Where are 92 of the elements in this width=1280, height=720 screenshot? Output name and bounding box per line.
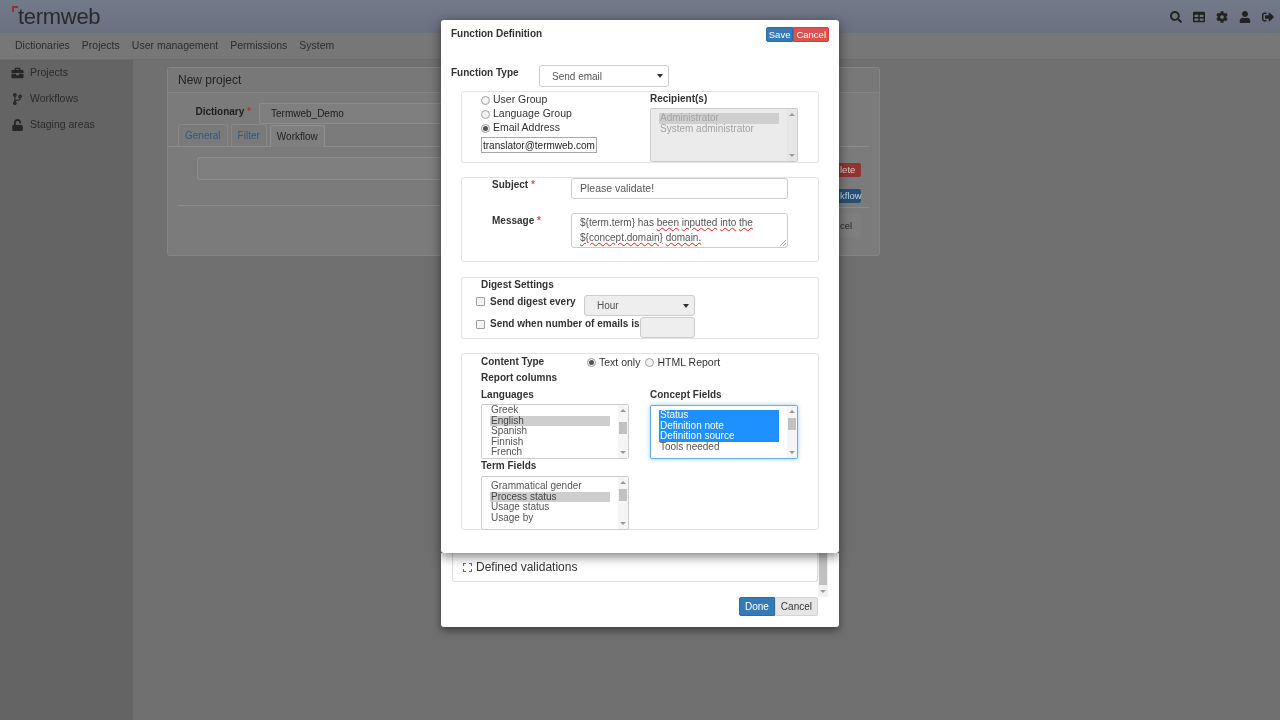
list-option[interactable]: Grammatical gender: [490, 481, 610, 492]
scroll-down-icon[interactable]: [620, 451, 626, 454]
list-option[interactable]: French: [490, 447, 610, 458]
expand-icon: [463, 562, 472, 572]
sidebar-item[interactable]: Staging areas: [0, 112, 133, 138]
menu-item[interactable]: Dictionaries: [15, 38, 70, 54]
dictionary-label: Dictionary *: [195, 106, 251, 119]
subject-field[interactable]: Please validate!: [571, 178, 788, 199]
dialog-button[interactable]: Cancel: [774, 597, 818, 616]
scrollbar[interactable]: [618, 405, 628, 458]
scrollbar-thumb[interactable]: [619, 422, 627, 434]
content-type-label: Content Type: [481, 356, 545, 368]
dictionary-field[interactable]: Termweb_Demo: [259, 103, 441, 124]
action-button[interactable]: kflow: [839, 189, 861, 203]
message-label: Message *: [492, 215, 541, 227]
scrollbar-thumb[interactable]: [619, 489, 627, 501]
list-option[interactable]: Tools needed: [659, 441, 779, 453]
briefcase-icon: [11, 67, 24, 79]
scrollbar-thumb[interactable]: [819, 553, 827, 585]
search-icon[interactable]: [1170, 10, 1182, 23]
radio-button[interactable]: [645, 357, 655, 367]
function-type-label: Function Type: [451, 67, 519, 79]
checkbox-label: Send when number of emails is: [490, 318, 640, 330]
list-option[interactable]: Usage status: [490, 502, 610, 513]
scrollbar[interactable]: [787, 406, 797, 458]
logout-icon[interactable]: [1262, 10, 1274, 23]
list-label: Concept Fields: [650, 389, 722, 401]
menu-item[interactable]: System: [299, 38, 335, 54]
listbox[interactable]: Greek English Spanish Finnish French: [481, 404, 629, 459]
unlock-icon: [11, 119, 24, 131]
scroll-down-icon[interactable]: [820, 590, 826, 593]
scroll-up-icon[interactable]: [620, 409, 626, 412]
scrollbar[interactable]: [818, 553, 828, 597]
radio-label: HTML Report: [657, 356, 721, 368]
table-icon[interactable]: [1193, 10, 1205, 23]
list-option[interactable]: Process status: [490, 491, 610, 503]
radio-label: User Group: [493, 92, 548, 108]
dialog-button[interactable]: Save: [765, 27, 794, 42]
list-option[interactable]: Definition source: [659, 431, 779, 442]
message-field[interactable]: ${term.term} has been inputted into the ${concept.domain} domain.: [571, 213, 788, 248]
subject-label: Subject *: [492, 179, 535, 191]
sidebar-item[interactable]: Workflows: [0, 86, 133, 112]
resize-handle-icon[interactable]: [780, 240, 786, 246]
caret-icon: [657, 74, 663, 78]
settings-icon[interactable]: [1216, 10, 1228, 23]
listbox[interactable]: Status Definition note Definition source Tools needed: [650, 405, 798, 459]
listbox[interactable]: Grammatical gender Process status Usage status Usage by: [481, 476, 629, 530]
dialog-title: Function Definition: [451, 28, 543, 40]
sidebar-item[interactable]: Projects: [0, 60, 133, 86]
list-option[interactable]: Definition note: [659, 420, 779, 432]
radio-label: Language Group: [493, 106, 572, 122]
section-title: Defined validations: [476, 559, 578, 576]
scroll-down-icon[interactable]: [789, 451, 795, 454]
section-label: Report columns: [481, 372, 558, 384]
radio-button[interactable]: [481, 109, 490, 119]
function-type-select[interactable]: Send email: [539, 65, 669, 87]
user-icon[interactable]: [1239, 10, 1251, 23]
scrollbar[interactable]: [618, 477, 628, 529]
scroll-up-icon[interactable]: [789, 410, 795, 413]
radio-button[interactable]: [587, 357, 596, 367]
recipients-label: Recipient(s): [650, 93, 708, 105]
list-option[interactable]: Greek: [490, 405, 610, 416]
radio-button[interactable]: [481, 123, 490, 133]
list-label: Term Fields: [481, 460, 537, 472]
tab[interactable]: Workflow: [269, 125, 325, 147]
list-option[interactable]: Spanish: [490, 426, 610, 437]
email-field[interactable]: translator@termweb.com: [481, 137, 597, 153]
dialog-button[interactable]: Cancel: [793, 27, 829, 42]
list-option[interactable]: English: [490, 415, 610, 427]
list-option[interactable]: Finnish: [490, 436, 610, 448]
checkbox-label: Send digest every: [490, 296, 576, 308]
menu-item[interactable]: User management: [131, 38, 219, 54]
menu-item[interactable]: Permissions: [230, 38, 288, 54]
radio-label: Text only: [599, 356, 641, 368]
scroll-down-icon[interactable]: [620, 522, 626, 525]
dialog-button[interactable]: Done: [738, 597, 775, 616]
caret-icon: [683, 303, 689, 308]
scroll-up-icon[interactable]: [620, 481, 626, 484]
radio-button[interactable]: [481, 95, 490, 105]
scrollbar-thumb[interactable]: [788, 418, 796, 430]
list-option[interactable]: Usage by: [490, 512, 610, 524]
list-label: Languages: [481, 389, 534, 401]
menu-item[interactable]: Projects: [81, 38, 120, 54]
branch-icon: [11, 93, 24, 105]
radio-label: Email Address: [493, 120, 561, 136]
input-field[interactable]: [197, 157, 441, 180]
panel-title: New project: [178, 72, 242, 89]
action-button[interactable]: lete: [839, 163, 861, 177]
list-option[interactable]: Status: [659, 410, 779, 421]
logo-mark-icon: [12, 5, 18, 12]
logo[interactable]: termweb: [18, 3, 101, 30]
section-label: Digest Settings: [481, 279, 554, 291]
